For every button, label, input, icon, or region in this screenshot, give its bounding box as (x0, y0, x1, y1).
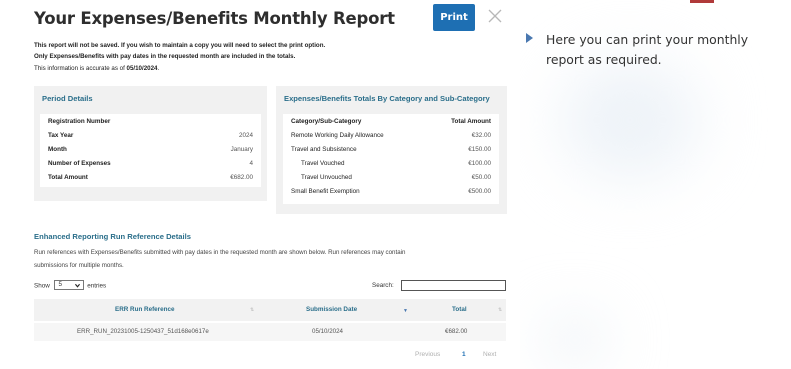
totals-row: Small Benefit Exemption €500.00 (283, 185, 499, 199)
pagination-next[interactable]: Next (483, 351, 496, 358)
pagination-previous[interactable]: Previous (415, 351, 440, 358)
totals-label: Travel and Subsistence (291, 146, 357, 153)
chevron-down-icon (74, 283, 80, 288)
totals-value: €100.00 (468, 160, 491, 167)
err-description: submissions for multiple months. (34, 262, 124, 269)
tutorial-text: Here you can print your monthly report a… (546, 32, 749, 67)
top-accent-bar (690, 0, 714, 3)
period-details-title: Period Details (42, 94, 93, 103)
category-totals-title: Expenses/Benefits Totals By Category and… (284, 94, 490, 103)
entries-select[interactable]: 5 (53, 280, 84, 290)
totals-header-row: Category/Sub-Category Total Amount (283, 115, 499, 129)
search-label: Search: (372, 282, 394, 289)
totals-value: €500.00 (468, 188, 491, 195)
submission-date-cell: 05/10/2024 (312, 328, 343, 335)
period-label: Month (48, 146, 67, 153)
report-note: Only Expenses/Benefits with pay dates in… (34, 53, 296, 60)
period-value: January (230, 146, 253, 153)
column-header-run-reference[interactable]: ERR Run Reference (115, 306, 175, 313)
report-title: Your Expenses/Benefits Monthly Report (34, 9, 395, 28)
totals-value: €50.00 (471, 174, 491, 181)
period-row: Month January (40, 143, 261, 157)
period-details-panel: Period Details Registration Number Tax Y… (34, 86, 267, 201)
pagination-page-1[interactable]: 1 (462, 351, 466, 358)
search-input[interactable] (401, 280, 506, 291)
category-totals-panel: Expenses/Benefits Totals By Category and… (276, 86, 507, 214)
period-label: Tax Year (48, 132, 74, 139)
period-details-table: Registration Number Tax Year 2024 Month Ja… (40, 114, 261, 187)
totals-value: €150.00 (468, 146, 491, 153)
period-row: Number of Expenses 4 (40, 157, 261, 171)
category-totals-table: Category/Sub-Category Total Amount Remote… (283, 114, 499, 204)
err-description: Run references with Expenses/Benefits su… (34, 249, 406, 256)
period-label: Number of Expenses (48, 160, 111, 167)
table-row: ERR_RUN_20231005-1250437_51d168e0617e 05… (34, 323, 506, 341)
period-label: Total Amount (48, 174, 88, 181)
period-row: Total Amount €682.00 (40, 171, 261, 185)
column-header-submission-date[interactable]: Submission Date (306, 306, 357, 313)
background-decoration (545, 320, 605, 360)
sort-desc-icon[interactable]: ▼ (403, 308, 408, 314)
period-value: €682.00 (230, 174, 253, 181)
close-icon[interactable] (487, 8, 503, 24)
period-row: Tax Year 2024 (40, 129, 261, 143)
totals-row: Travel Vouched €100.00 (283, 157, 499, 171)
accuracy-prefix: This information is accurate as of (34, 65, 127, 72)
column-header-total[interactable]: Total (452, 306, 467, 313)
sort-icon[interactable]: ⇅ (250, 307, 254, 313)
totals-label: Travel Vouched (301, 160, 345, 167)
period-value: 2024 (238, 132, 253, 139)
err-table-header: ERR Run Reference ⇅ Submission Date ▼ To… (34, 299, 506, 321)
totals-row: Remote Working Daily Allowance €32.00 (283, 129, 499, 143)
totals-label: Small Benefit Exemption (291, 188, 360, 195)
accuracy-date: 05/10/2024 (126, 65, 158, 72)
entries-select-value: 5 (58, 281, 63, 288)
background-decoration (560, 60, 700, 180)
entries-length-control: Show 5 entries (34, 280, 107, 291)
period-label: Registration Number (48, 118, 111, 125)
period-row: Registration Number (40, 115, 261, 129)
accuracy-note: This information is accurate as of 05/10… (34, 65, 159, 72)
totals-value: €32.00 (471, 132, 491, 139)
totals-header-label: Category/Sub-Category (291, 118, 362, 125)
arrow-bullet-icon (526, 33, 533, 43)
show-label: Show (34, 282, 50, 290)
totals-row: Travel Unvouched €50.00 (283, 171, 499, 185)
totals-header-value: Total Amount (451, 118, 491, 125)
run-reference-cell: ERR_RUN_20231005-1250437_51d168e0617e (77, 328, 209, 335)
entries-label: entries (87, 282, 107, 290)
report-note: This report will not be saved. If you wi… (34, 42, 326, 49)
print-button[interactable]: Print (433, 4, 475, 31)
totals-label: Remote Working Daily Allowance (291, 132, 384, 139)
total-cell: €682.00 (445, 328, 468, 335)
totals-label: Travel Unvouched (301, 174, 352, 181)
period-value: 4 (249, 160, 253, 167)
accuracy-suffix: . (157, 65, 160, 72)
report-dialog: Your Expenses/Benefits Monthly Report Pr… (0, 0, 520, 369)
totals-row: Travel and Subsistence €150.00 (283, 143, 499, 157)
sort-icon[interactable]: ⇅ (498, 307, 502, 313)
err-section-title: Enhanced Reporting Run Reference Details (34, 232, 191, 241)
